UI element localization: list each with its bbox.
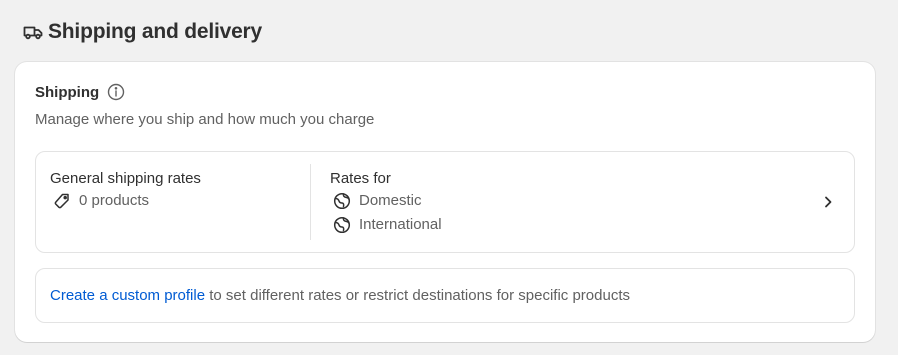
- shipping-card-header: Shipping: [35, 83, 125, 101]
- page-title: Shipping and delivery: [48, 20, 263, 43]
- rates-for-section: Rates for Domestic International: [330, 169, 442, 237]
- create-custom-profile-link[interactable]: Create a custom profile: [50, 287, 205, 304]
- globe-icon: [333, 192, 351, 210]
- zone-item-international: International: [333, 213, 442, 237]
- products-count-row: 0 products: [53, 189, 201, 213]
- general-profile-summary: General shipping rates 0 products: [50, 169, 201, 213]
- zone-item-domestic: Domestic: [333, 189, 442, 213]
- rates-for-heading: Rates for: [330, 170, 391, 187]
- delivery-truck-icon: [22, 21, 44, 43]
- general-profile-title: General shipping rates: [50, 170, 201, 187]
- page-header: Shipping and delivery: [22, 17, 262, 47]
- custom-profile-banner: Create a custom profile to set different…: [35, 268, 855, 323]
- custom-profile-description: to set different rates or restrict desti…: [205, 287, 630, 304]
- shipping-card-title: Shipping: [35, 83, 100, 101]
- globe-icon: [333, 216, 351, 234]
- products-count-text: 0 products: [79, 192, 150, 209]
- zone-label: Domestic: [359, 192, 422, 209]
- shipping-card: Shipping Manage where you ship and how m…: [15, 62, 875, 342]
- chevron-right-icon[interactable]: [820, 193, 836, 211]
- zone-label: International: [359, 216, 442, 233]
- info-icon[interactable]: [107, 83, 125, 101]
- column-divider: [310, 164, 311, 240]
- general-shipping-profile[interactable]: General shipping rates 0 products Rates …: [35, 151, 855, 253]
- tag-icon: [53, 192, 71, 210]
- shipping-card-subtitle: Manage where you ship and how much you c…: [35, 111, 375, 128]
